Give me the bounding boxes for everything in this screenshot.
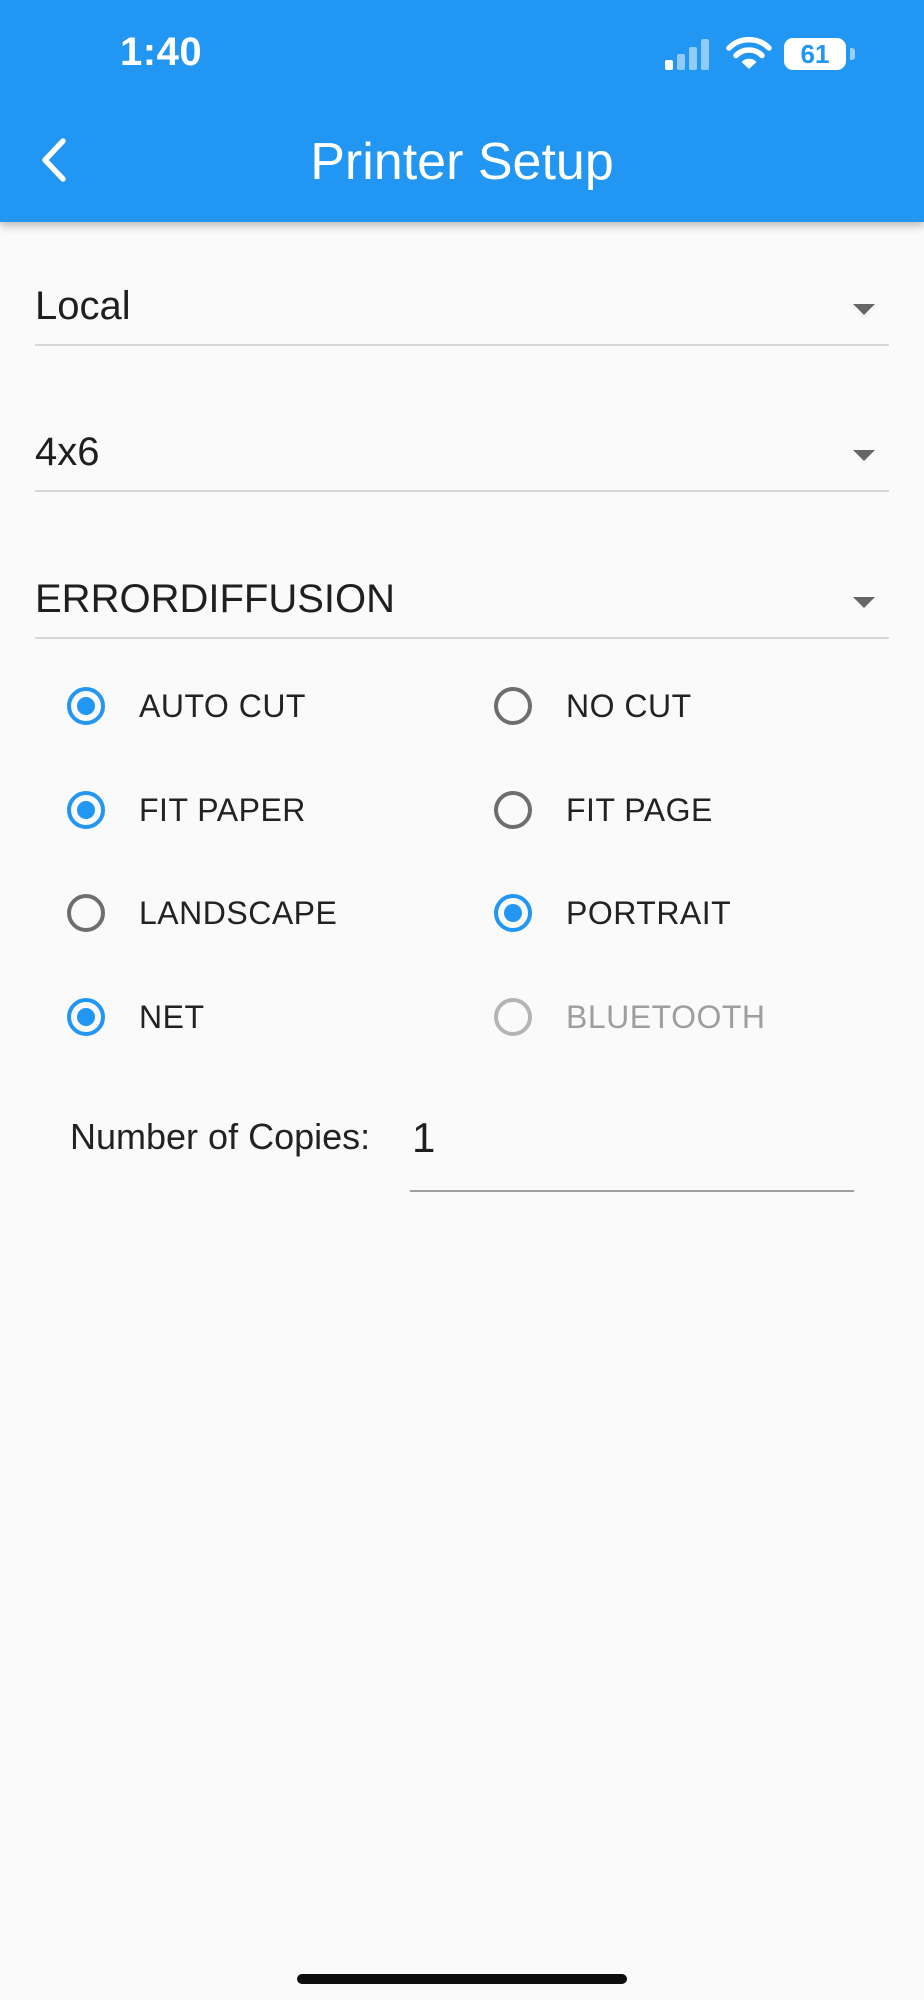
radio-icon [67,894,105,932]
net-label: NET [139,998,205,1035]
printer-type-value: Local [35,284,131,328]
radio-icon [67,998,105,1036]
bluetooth-label: BLUETOOTH [566,998,766,1035]
copies-label: Number of Copies: [70,1116,371,1157]
radio-icon [494,998,532,1036]
radio-icon [494,894,532,932]
app-bar: 1:40 61 Printer Setup [0,0,924,222]
dropdown-arrow-icon [853,304,875,315]
net-radio[interactable]: NET [67,987,205,1047]
radio-icon [494,791,532,829]
fit-page-radio[interactable]: FIT PAGE [494,780,713,840]
status-time: 1:40 [120,30,203,74]
fit-paper-radio[interactable]: FIT PAPER [67,780,306,840]
radio-icon [67,687,105,725]
no-cut-radio[interactable]: NO CUT [494,676,692,736]
auto-cut-radio[interactable]: AUTO CUT [67,676,306,736]
auto-cut-label: AUTO CUT [139,687,306,724]
battery-cap [850,48,855,60]
radio-icon [67,791,105,829]
fit-paper-label: FIT PAPER [139,791,306,828]
home-indicator [297,1974,627,1984]
portrait-radio[interactable]: PORTRAIT [494,883,731,943]
battery-level: 61 [800,39,830,69]
dropdown-arrow-icon [853,450,875,461]
paper-size-dropdown[interactable]: 4x6 [35,418,889,492]
portrait-label: PORTRAIT [566,894,732,931]
copies-value: 1 [412,1114,436,1161]
fit-page-label: FIT PAGE [566,791,713,828]
page-title: Printer Setup [310,133,614,191]
paper-size-value: 4x6 [35,430,100,474]
bluetooth-radio[interactable]: BLUETOOTH [494,987,766,1047]
copies-input[interactable]: 1 [410,1100,854,1192]
battery-icon: 61 [784,36,856,72]
dithering-dropdown[interactable]: ERRORDIFFUSION [35,565,889,639]
radio-icon [494,687,532,725]
printer-type-dropdown[interactable]: Local [35,272,889,346]
dithering-value: ERRORDIFFUSION [35,577,395,621]
dropdown-arrow-icon [853,597,875,608]
landscape-label: LANDSCAPE [139,894,338,931]
wifi-icon [726,36,772,69]
no-cut-label: NO CUT [566,687,692,724]
cellular-signal-icon [665,39,709,70]
landscape-radio[interactable]: LANDSCAPE [67,883,337,943]
